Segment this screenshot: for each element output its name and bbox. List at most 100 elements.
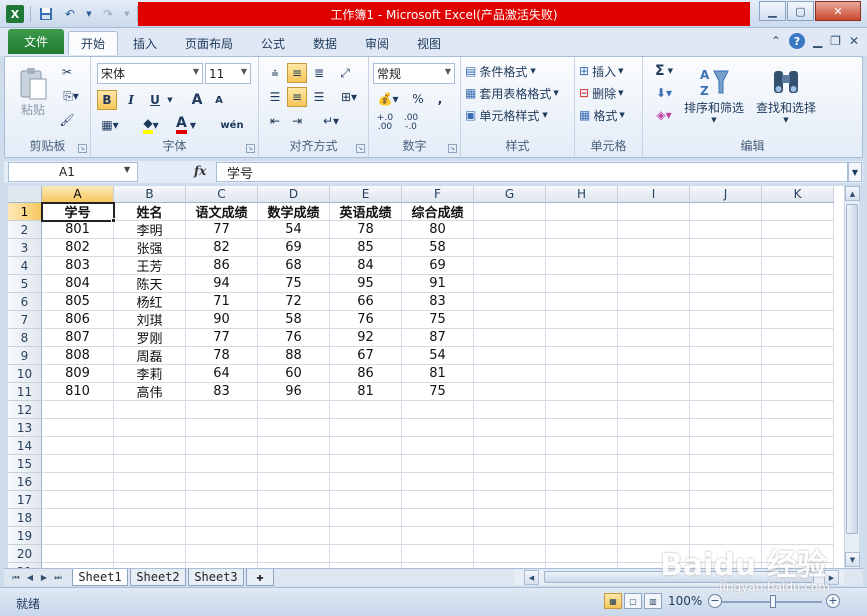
grid-cell[interactable]: 90 xyxy=(186,311,258,329)
grid-cell[interactable] xyxy=(618,509,690,527)
grid-cell[interactable] xyxy=(690,437,762,455)
zoom-slider-thumb[interactable] xyxy=(770,595,776,608)
tab-data[interactable]: 数据 xyxy=(304,31,346,55)
grid-cell[interactable] xyxy=(546,491,618,509)
grid-cell[interactable] xyxy=(618,293,690,311)
grid-cell[interactable] xyxy=(474,365,546,383)
grid-cell[interactable]: 69 xyxy=(258,239,330,257)
chevron-down-icon[interactable]: ▼ xyxy=(618,67,623,75)
prev-sheet-icon[interactable]: ◀ xyxy=(24,571,36,584)
chevron-down-icon[interactable]: ▼ xyxy=(542,111,547,119)
grid-cell[interactable]: 综合成绩 xyxy=(402,203,474,221)
grid-cell[interactable] xyxy=(618,203,690,221)
format-cells-button[interactable]: ▦ 格式 ▼ xyxy=(579,105,641,125)
column-header[interactable]: I xyxy=(618,186,690,203)
tab-insert[interactable]: 插入 xyxy=(122,31,168,55)
format-as-table-button[interactable]: ▦ 套用表格格式 ▼ xyxy=(465,83,575,103)
row-header[interactable]: 14 xyxy=(8,437,42,455)
chevron-down-icon[interactable]: ▼ xyxy=(241,67,247,76)
find-select-button[interactable]: 查找和选择 ▼ xyxy=(749,59,823,129)
row-header[interactable]: 4 xyxy=(8,257,42,275)
grid-cell[interactable] xyxy=(690,509,762,527)
grid-cell[interactable] xyxy=(546,473,618,491)
grid-cell[interactable] xyxy=(762,419,834,437)
grid-cell[interactable]: 95 xyxy=(330,275,402,293)
grid-cell[interactable] xyxy=(402,401,474,419)
grid-cell[interactable] xyxy=(114,401,186,419)
grid-cell[interactable] xyxy=(186,401,258,419)
row-header[interactable]: 8 xyxy=(8,329,42,347)
grid-cell[interactable] xyxy=(186,455,258,473)
zoom-in-button[interactable]: + xyxy=(826,594,840,608)
grid-cell[interactable] xyxy=(258,509,330,527)
grid-cell[interactable] xyxy=(618,473,690,491)
align-bottom-icon[interactable]: ≣ xyxy=(309,63,329,83)
grid-cell[interactable] xyxy=(762,203,834,221)
underline-button[interactable]: U xyxy=(145,90,165,110)
wrap-text-icon[interactable]: ↵▾ xyxy=(317,111,345,131)
formula-input[interactable]: 学号 xyxy=(216,162,848,182)
grid-cell[interactable] xyxy=(546,311,618,329)
grid-cell[interactable] xyxy=(762,275,834,293)
cell-styles-button[interactable]: ▣ 单元格样式 ▼ xyxy=(465,105,573,125)
column-header[interactable]: E xyxy=(330,186,402,203)
grid-cell[interactable]: 803 xyxy=(42,257,114,275)
grid-cell[interactable]: 英语成绩 xyxy=(330,203,402,221)
font-launcher-icon[interactable]: ↘ xyxy=(246,144,255,153)
grid-cell[interactable] xyxy=(474,275,546,293)
grid-cell[interactable] xyxy=(690,221,762,239)
page-break-view-icon[interactable]: ▥ xyxy=(644,593,662,609)
grid-cell[interactable] xyxy=(402,527,474,545)
grid-cell[interactable]: 58 xyxy=(402,239,474,257)
grid-cell[interactable]: 86 xyxy=(186,257,258,275)
grid-cell[interactable]: 学号 xyxy=(42,203,114,221)
grid-cell[interactable] xyxy=(474,437,546,455)
grid-cell[interactable]: 王芳 xyxy=(114,257,186,275)
grid-cell[interactable] xyxy=(42,419,114,437)
grid-cell[interactable]: 807 xyxy=(42,329,114,347)
grid-cell[interactable] xyxy=(114,473,186,491)
chevron-down-icon[interactable]: ▼ xyxy=(711,116,716,124)
grid-cell[interactable] xyxy=(618,455,690,473)
grid-cell[interactable] xyxy=(330,491,402,509)
font-size-combo[interactable]: 11 ▼ xyxy=(205,63,251,84)
grid-cell[interactable] xyxy=(546,527,618,545)
increase-decimal-button[interactable]: +.0.00 xyxy=(373,113,397,133)
redo-icon[interactable]: ↷ xyxy=(99,5,117,23)
chevron-down-icon[interactable]: ▼ xyxy=(530,67,535,75)
tab-view[interactable]: 视图 xyxy=(408,31,450,55)
grid-cell[interactable] xyxy=(762,347,834,365)
grid-cell[interactable] xyxy=(762,365,834,383)
grid-cell[interactable] xyxy=(618,239,690,257)
grid-cell[interactable]: 80 xyxy=(402,221,474,239)
grid-cell[interactable] xyxy=(42,491,114,509)
grid-cell[interactable] xyxy=(114,419,186,437)
grid-cell[interactable]: 罗刚 xyxy=(114,329,186,347)
grid-cell[interactable] xyxy=(186,509,258,527)
minimize-ribbon-icon[interactable]: ⌃ xyxy=(771,34,781,48)
grid-cell[interactable]: 高伟 xyxy=(114,383,186,401)
grid-cell[interactable] xyxy=(402,509,474,527)
chevron-down-icon[interactable]: ▼ xyxy=(553,89,558,97)
grid-cell[interactable]: 75 xyxy=(258,275,330,293)
column-header[interactable]: J xyxy=(690,186,762,203)
clipboard-launcher-icon[interactable]: ↘ xyxy=(78,144,87,153)
grid-cell[interactable] xyxy=(762,401,834,419)
paste-button[interactable]: 粘贴 xyxy=(13,61,53,123)
grid-cell[interactable] xyxy=(474,419,546,437)
grid-cell[interactable]: 806 xyxy=(42,311,114,329)
grid-cell[interactable]: 刘琪 xyxy=(114,311,186,329)
grid-cell[interactable] xyxy=(690,329,762,347)
grid-cell[interactable] xyxy=(546,401,618,419)
grid-cell[interactable] xyxy=(330,473,402,491)
font-color-button[interactable]: A ▼ xyxy=(171,115,201,135)
grid-cell[interactable] xyxy=(546,293,618,311)
shrink-font-button[interactable]: A xyxy=(209,90,229,110)
select-all-corner[interactable] xyxy=(8,186,42,203)
column-header[interactable]: H xyxy=(546,186,618,203)
grid-cell[interactable] xyxy=(546,455,618,473)
percent-button[interactable]: % xyxy=(409,89,427,109)
fill-handle[interactable] xyxy=(111,218,116,223)
grid-cell[interactable] xyxy=(762,509,834,527)
row-header[interactable]: 2 xyxy=(8,221,42,239)
